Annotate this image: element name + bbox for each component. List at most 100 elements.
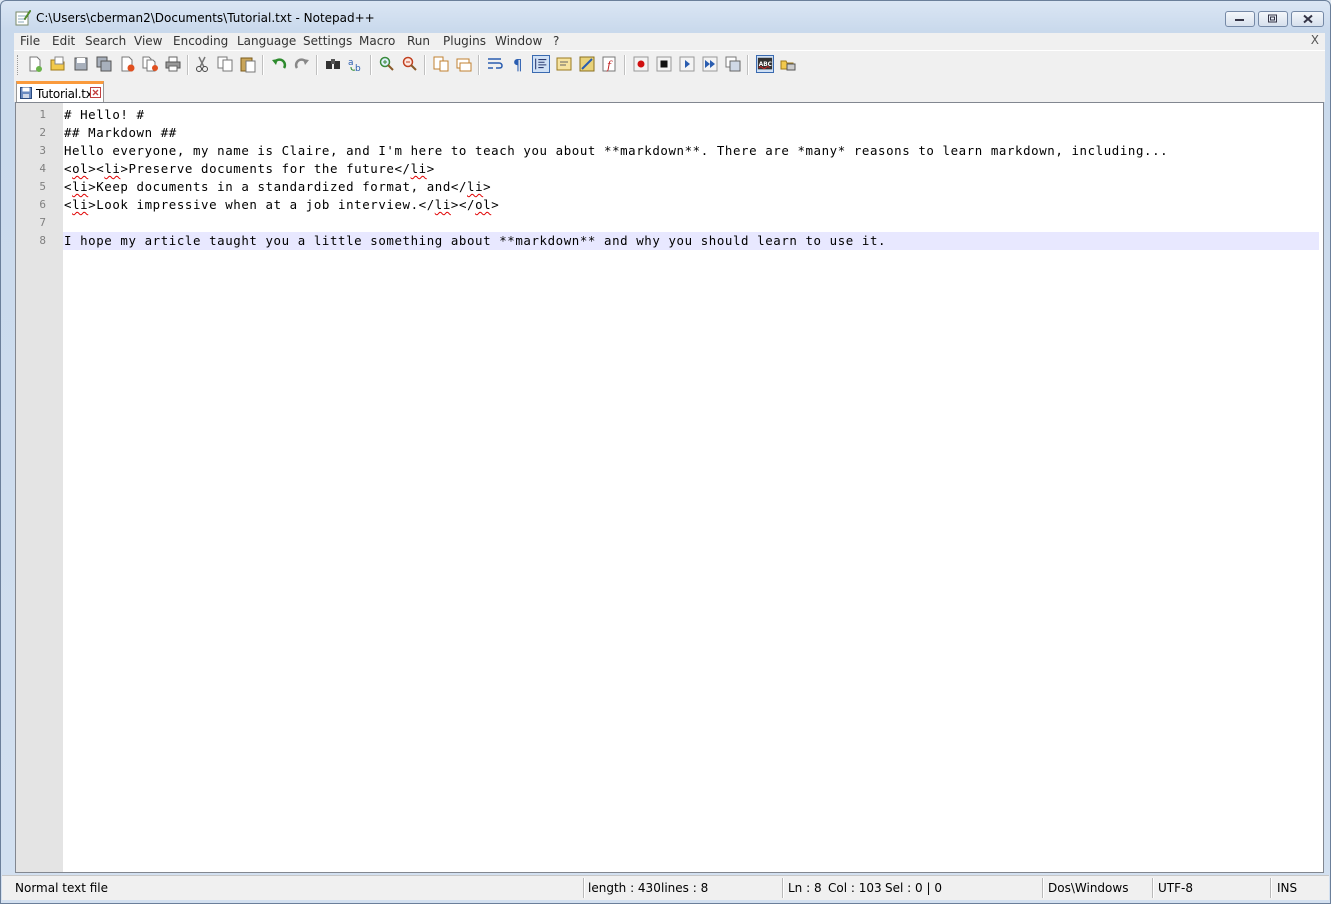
show-all-chars-icon[interactable]: ¶ — [509, 55, 527, 73]
open-file-icon[interactable] — [49, 55, 67, 73]
close-icon — [1302, 14, 1313, 24]
menu-search[interactable]: Search — [85, 34, 126, 48]
code-line[interactable]: <li>Look impressive when at a job interv… — [64, 196, 499, 214]
title-bar[interactable]: C:\Users\cberman2\Documents\Tutorial.txt… — [1, 1, 1330, 33]
line-number: 2 — [39, 126, 46, 139]
status-encoding: UTF-8 — [1158, 881, 1193, 895]
restore-button[interactable] — [1258, 11, 1288, 27]
status-insert-mode: INS — [1277, 881, 1298, 895]
code-line[interactable]: <ol><li>Preserve documents for the futur… — [64, 160, 435, 178]
zoom-out-icon[interactable] — [401, 55, 419, 73]
line-number: 7 — [39, 216, 46, 229]
copy-icon[interactable] — [216, 55, 234, 73]
code-line-current[interactable]: I hope my article taught you a little so… — [64, 232, 886, 250]
saved-file-icon — [20, 87, 32, 99]
toolbar-separator — [424, 55, 426, 75]
spell-error-word[interactable]: li — [411, 161, 427, 176]
code-line[interactable]: ## Markdown ## — [64, 124, 177, 142]
menu-file[interactable]: File — [20, 34, 40, 48]
spell-error-word[interactable]: li — [72, 179, 88, 194]
find-icon[interactable] — [324, 55, 342, 73]
menu-edit[interactable]: Edit — [52, 34, 75, 48]
replace-icon[interactable]: ab — [347, 55, 365, 73]
spell-error-word[interactable]: li — [435, 197, 451, 212]
zoom-in-icon[interactable] — [378, 55, 396, 73]
print-icon[interactable] — [164, 55, 182, 73]
menu-plugins[interactable]: Plugins — [443, 34, 486, 48]
run-macro-multiple-icon[interactable] — [701, 55, 719, 73]
toolbar-grip[interactable] — [17, 55, 21, 75]
status-divider — [1042, 878, 1044, 898]
indent-guide-icon[interactable] — [532, 55, 550, 73]
stop-macro-icon[interactable] — [655, 55, 673, 73]
cut-icon[interactable] — [193, 55, 211, 73]
minimize-button[interactable] — [1225, 11, 1255, 27]
spell-error-word[interactable]: li — [467, 179, 483, 194]
svg-text:a: a — [348, 58, 354, 68]
svg-text:¶: ¶ — [513, 56, 523, 73]
status-eol: Dos\Windows — [1048, 881, 1129, 895]
sync-horizontal-scroll-icon[interactable] — [455, 55, 473, 73]
svg-text:b: b — [355, 64, 361, 73]
notepadpp-window: C:\Users\cberman2\Documents\Tutorial.txt… — [0, 0, 1331, 904]
tab-label: Tutorial.txt — [36, 87, 97, 101]
status-divider — [1270, 878, 1272, 898]
line-number: 3 — [39, 144, 46, 157]
toolbar-separator — [370, 55, 372, 75]
toolbar-separator — [187, 55, 189, 75]
status-divider — [782, 878, 784, 898]
tab-tutorial-txt[interactable]: Tutorial.txt — [16, 81, 104, 102]
code-line[interactable]: <li>Keep documents in a standardized for… — [64, 178, 491, 196]
menu-run[interactable]: Run — [407, 34, 430, 48]
plugin-icon[interactable] — [779, 55, 797, 73]
status-divider — [1152, 878, 1154, 898]
status-length: length : 430 — [588, 881, 661, 895]
tab-close-icon[interactable] — [90, 87, 101, 98]
save-icon[interactable] — [72, 55, 90, 73]
status-line-pos: Ln : 8 — [788, 881, 822, 895]
toolbar-separator — [624, 55, 626, 75]
menu-language[interactable]: Language — [237, 34, 296, 48]
menu-window[interactable]: Window — [495, 34, 542, 48]
menu-settings[interactable]: Settings — [303, 34, 352, 48]
sync-vertical-scroll-icon[interactable] — [432, 55, 450, 73]
line-number-gutter[interactable]: 1 2 3 4 5 6 7 8 — [16, 103, 63, 872]
function-list-icon[interactable]: f — [601, 55, 619, 73]
code-line[interactable]: # Hello! # — [64, 106, 145, 124]
menu-encoding[interactable]: Encoding — [173, 34, 228, 48]
window-title: C:\Users\cberman2\Documents\Tutorial.txt… — [36, 11, 375, 25]
close-document-x[interactable]: X — [1311, 33, 1319, 47]
notepadpp-app-icon — [15, 9, 31, 26]
spell-error-word[interactable]: ol — [72, 161, 88, 176]
spellcheck-icon[interactable]: ABC — [756, 55, 774, 73]
save-all-icon[interactable] — [95, 55, 113, 73]
spell-error-word[interactable]: ol — [475, 197, 491, 212]
record-macro-icon[interactable] — [632, 55, 650, 73]
toolbar-separator — [478, 55, 480, 75]
toolbar: ab ¶ f ABC — [14, 50, 1325, 78]
spell-error-word[interactable]: li — [104, 161, 120, 176]
menu-macro[interactable]: Macro — [359, 34, 395, 48]
document-map-icon[interactable] — [578, 55, 596, 73]
new-file-icon[interactable] — [26, 55, 44, 73]
code-line[interactable]: Hello everyone, my name is Claire, and I… — [64, 142, 1168, 160]
close-all-icon[interactable] — [141, 55, 159, 73]
user-defined-lang-icon[interactable] — [555, 55, 573, 73]
menu-view[interactable]: View — [134, 34, 162, 48]
paste-icon[interactable] — [239, 55, 257, 73]
spell-error-word[interactable]: li — [72, 197, 88, 212]
menu-help[interactable]: ? — [553, 34, 559, 48]
status-file-type: Normal text file — [15, 881, 109, 895]
close-window-button[interactable] — [1291, 11, 1324, 27]
toolbar-separator — [316, 55, 318, 75]
save-macro-icon[interactable] — [724, 55, 742, 73]
word-wrap-icon[interactable] — [486, 55, 504, 73]
status-col-pos: Col : 103 — [828, 881, 882, 895]
undo-icon[interactable] — [270, 55, 288, 73]
redo-icon[interactable] — [293, 55, 311, 73]
close-file-icon[interactable] — [118, 55, 136, 73]
status-selection: Sel : 0 | 0 — [885, 881, 942, 895]
editor-pane[interactable]: 1 2 3 4 5 6 7 8 # Hello! # ## Markdown #… — [15, 102, 1324, 873]
toolbar-separator — [262, 55, 264, 75]
play-macro-icon[interactable] — [678, 55, 696, 73]
